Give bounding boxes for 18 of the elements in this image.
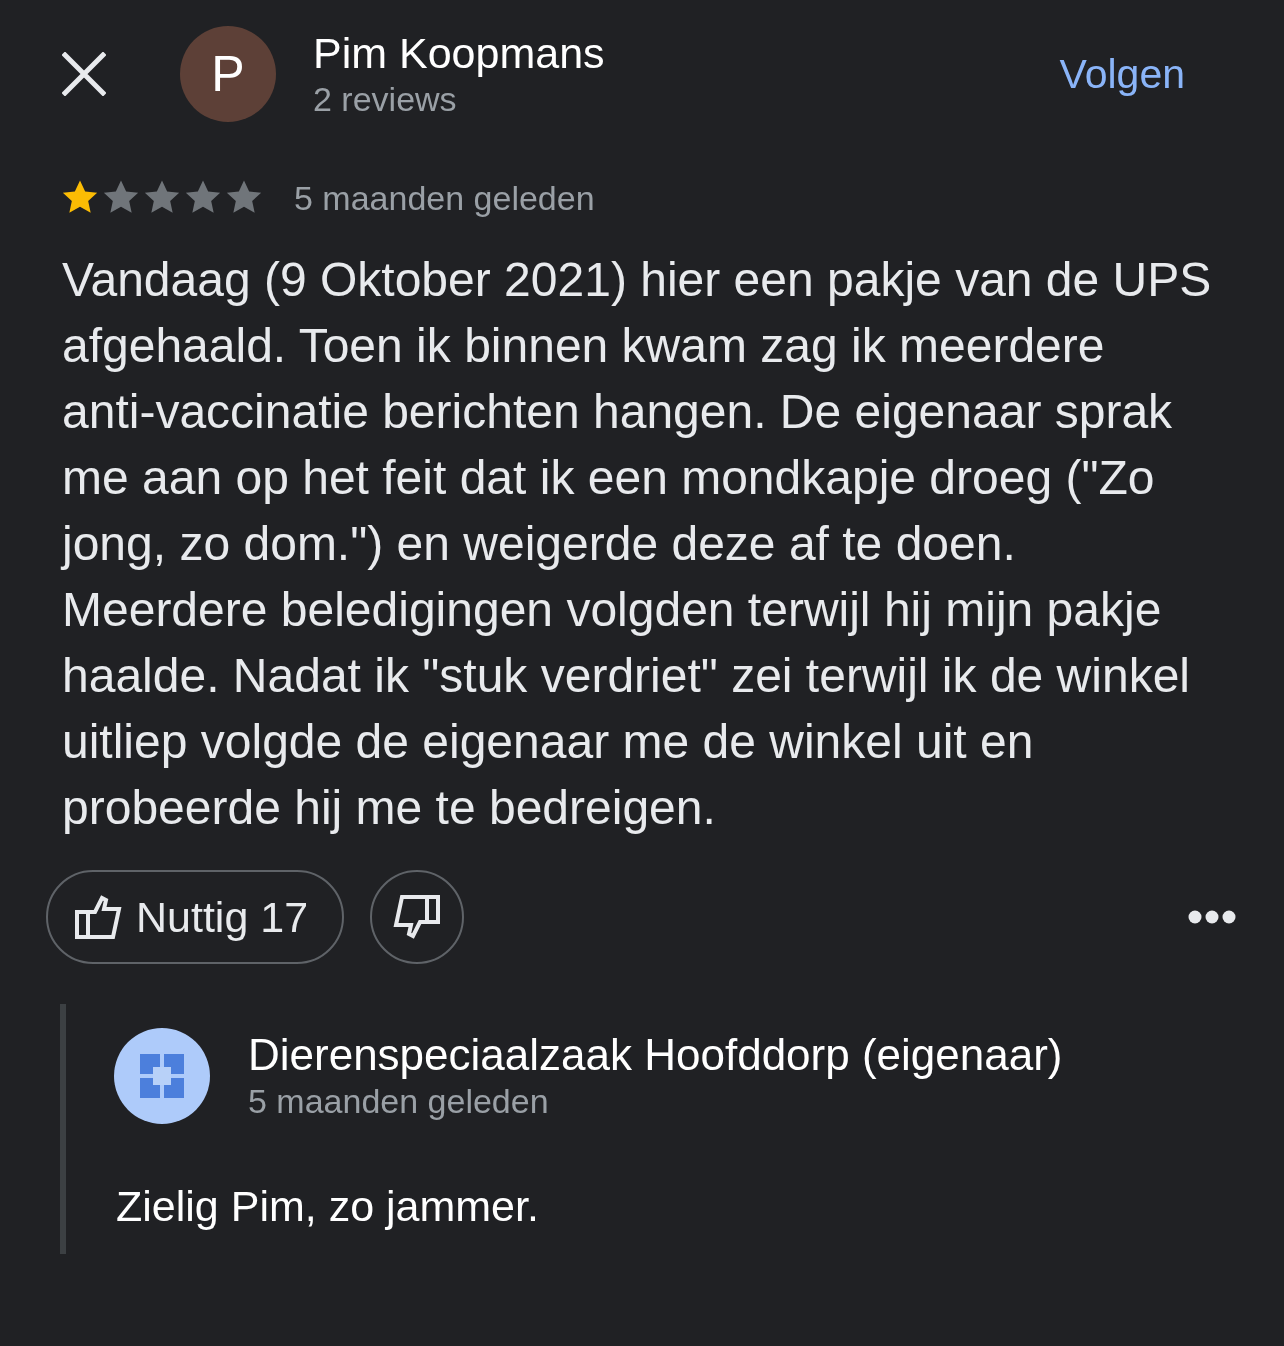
- more-icon: [1188, 910, 1236, 924]
- review-time: 5 maanden geleden: [294, 178, 595, 219]
- thumbs-down-icon: [393, 894, 442, 940]
- more-button[interactable]: [1188, 910, 1236, 924]
- close-button[interactable]: [62, 52, 106, 96]
- follow-button[interactable]: Volgen: [1059, 50, 1185, 98]
- review-count: 2 reviews: [313, 79, 458, 120]
- reply-time: 5 maanden geleden: [248, 1081, 550, 1122]
- reviewer-name: Pim Koopmans: [313, 28, 605, 78]
- review-text: Vandaag (9 Oktober 2021) hier een pakje van de UPS afgehaald. Toen ik binnen kwam zag ik meerdere anti-vaccinatie berichten hangen. De eigenaar sprak me aan op het feit dat ik een mondkapje droeg ("Zo jong, zo dom.") en weigerde deze af te doen. Meerdere beledigingen volgden terwijl hij mijn pakje haalde. Nadat ik "stuk verdriet" zei terwijl ik de winkel uitliep volgde de eigenaar me de winkel uit en probeerde hij me te bedreigen.: [62, 252, 1213, 836]
- owner-name: Dierenspeciaalzaak Hoofddorp (eigenaar): [248, 1030, 1063, 1080]
- helpful-button[interactable]: Nuttig 17: [46, 870, 345, 964]
- squares-logo-icon: [114, 1028, 210, 1124]
- dislike-button[interactable]: [370, 870, 465, 964]
- thumbs-up-icon: [74, 894, 122, 940]
- avatar: P: [180, 26, 276, 122]
- reply-text: Zielig Pim, zo jammer.: [116, 1181, 539, 1232]
- close-icon: [62, 52, 106, 96]
